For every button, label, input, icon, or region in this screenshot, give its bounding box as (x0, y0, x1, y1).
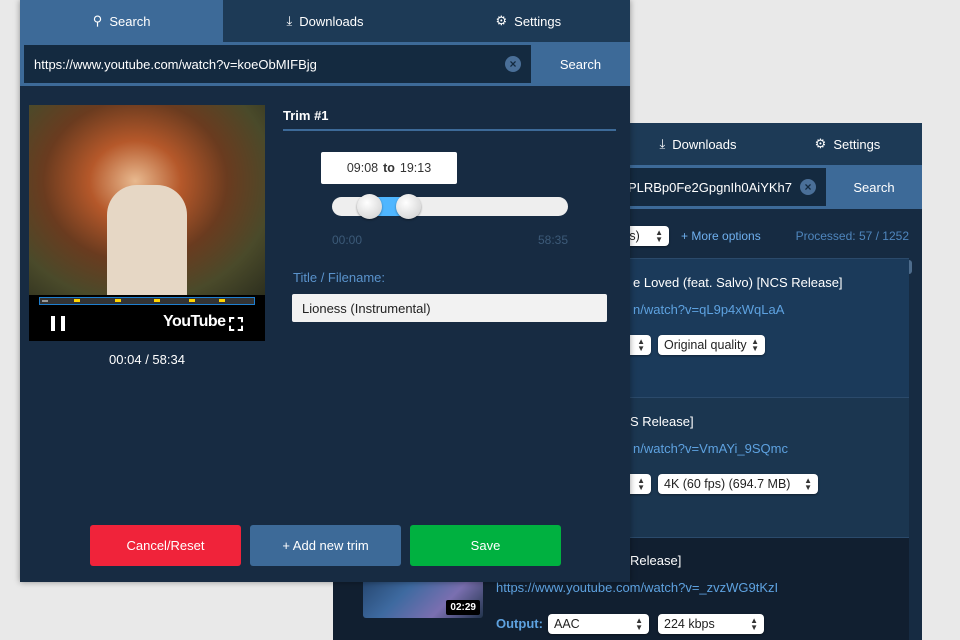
select-arrows-icon: ▲ ▼ (804, 476, 812, 492)
select-value: Original quality (664, 338, 747, 352)
select-arrows-icon: ▲ ▼ (637, 337, 645, 353)
gear-icon: ⚙ (495, 13, 508, 28)
url-input[interactable]: https://www.youtube.com/watch?v=koeObMIF… (24, 45, 531, 83)
search-icon: ⚲ (92, 13, 103, 28)
title-label: Title / Filename: (293, 270, 385, 285)
duration-badge: 02:29 (446, 600, 480, 615)
search-button[interactable]: Search (531, 42, 630, 86)
pause-icon[interactable] (51, 316, 65, 331)
trim-start-handle[interactable] (357, 194, 382, 219)
title-input[interactable]: Lioness (Instrumental) (292, 294, 607, 322)
cancel-reset-button[interactable]: Cancel/Reset (90, 525, 241, 566)
select-arrows-icon: ▲ ▼ (751, 337, 759, 353)
tab-downloads[interactable]: ⤓ Downloads (623, 123, 773, 165)
clear-icon[interactable]: × (800, 179, 816, 195)
fullscreen-icon[interactable] (229, 317, 243, 331)
quality-select[interactable]: 4K (60 fps) (694.7 MB) ▲ ▼ (658, 474, 818, 494)
chapter-marker (74, 299, 80, 302)
seek-bar[interactable] (39, 297, 255, 305)
add-trim-button[interactable]: + Add new trim (250, 525, 401, 566)
select-arrows-icon: ▲ ▼ (655, 228, 663, 244)
trim-heading: Trim #1 (283, 108, 329, 123)
trim-to-label: to (383, 161, 395, 175)
tab-settings[interactable]: ⚙ Settings (773, 123, 922, 165)
video-frame (29, 105, 265, 295)
chapter-marker (154, 299, 160, 302)
select-arrows-icon: ▲ ▼ (750, 616, 758, 632)
download-icon: ⤓ (659, 136, 666, 151)
url-value: st=PLRBp0Fe2GpgnIh0AiYKh7 (610, 179, 792, 195)
clear-icon[interactable]: × (505, 56, 521, 72)
more-options-link[interactable]: + More options (681, 229, 761, 243)
select-value: 224 kbps (664, 617, 715, 631)
trim-slider[interactable] (332, 194, 568, 219)
trim-end-value: 19:13 (399, 161, 432, 175)
tab-label: Settings (833, 136, 881, 152)
item-url[interactable]: n/watch?v=VmAYi_9SQmc (633, 441, 788, 456)
tab-settings[interactable]: ⚙ Settings (427, 0, 630, 42)
video-player[interactable]: YouTube (29, 105, 265, 341)
slider-min-label: 00:00 (332, 233, 363, 247)
trim-start-value: 09:08 (346, 161, 379, 175)
gear-icon: ⚙ (814, 136, 827, 151)
tab-label: Downloads (672, 136, 737, 152)
select-arrows-icon: ▲ ▼ (637, 476, 645, 492)
trim-divider (283, 129, 616, 131)
item-title: e Loved (feat. Salvo) [NCS Release] (633, 275, 843, 290)
processed-count: Processed: 57 / 1252 (795, 229, 909, 243)
select-value: AAC (554, 617, 580, 631)
format-select[interactable]: AAC ▲ ▼ (548, 614, 649, 634)
quality-select[interactable]: Original quality ▲ ▼ (658, 335, 765, 355)
item-url[interactable]: n/watch?v=qL9p4xWqLaA (633, 302, 784, 317)
playback-time: 00:04 / 58:34 (109, 352, 185, 367)
item-url[interactable]: https://www.youtube.com/watch?v=_zvzWG9t… (496, 580, 778, 595)
chapter-marker (189, 299, 195, 302)
select-value: 4K (60 fps) (694.7 MB) (664, 477, 791, 491)
item-title: Release] (630, 553, 682, 568)
youtube-logo[interactable]: YouTube (163, 313, 226, 331)
download-icon: ⤓ (286, 13, 293, 28)
trim-end-handle[interactable] (396, 194, 421, 219)
slider-max-label: 58:35 (537, 233, 568, 247)
tab-label: Search (109, 13, 151, 29)
tab-downloads[interactable]: ⤓ Downloads (223, 0, 426, 42)
item-title: S Release] (630, 414, 694, 429)
seek-progress (42, 300, 48, 302)
select-arrows-icon: ▲ ▼ (635, 616, 643, 632)
chapter-marker (115, 299, 121, 302)
tab-search[interactable]: ⚲ Search (20, 0, 224, 42)
url-value: https://www.youtube.com/watch?v=koeObMIF… (34, 56, 317, 72)
tab-label: Downloads (299, 13, 364, 29)
video-figure (107, 185, 187, 295)
chapter-marker (219, 299, 225, 302)
trim-range-tooltip: 09:08 to 19:13 (321, 152, 457, 184)
output-label: Output: (496, 616, 543, 631)
tab-label: Settings (514, 13, 562, 29)
tab-bar: ⚲ Search ⤓ Downloads ⚙ Settings (20, 0, 630, 42)
quality-select[interactable]: 224 kbps ▲ ▼ (658, 614, 764, 634)
trim-app-window: ⚲ Search ⤓ Downloads ⚙ Settings https://www… (20, 0, 630, 582)
search-bar: https://www.youtube.com/watch?v=koeObMIF… (20, 42, 630, 86)
save-button[interactable]: Save (410, 525, 561, 566)
search-button[interactable]: Search (826, 165, 922, 209)
